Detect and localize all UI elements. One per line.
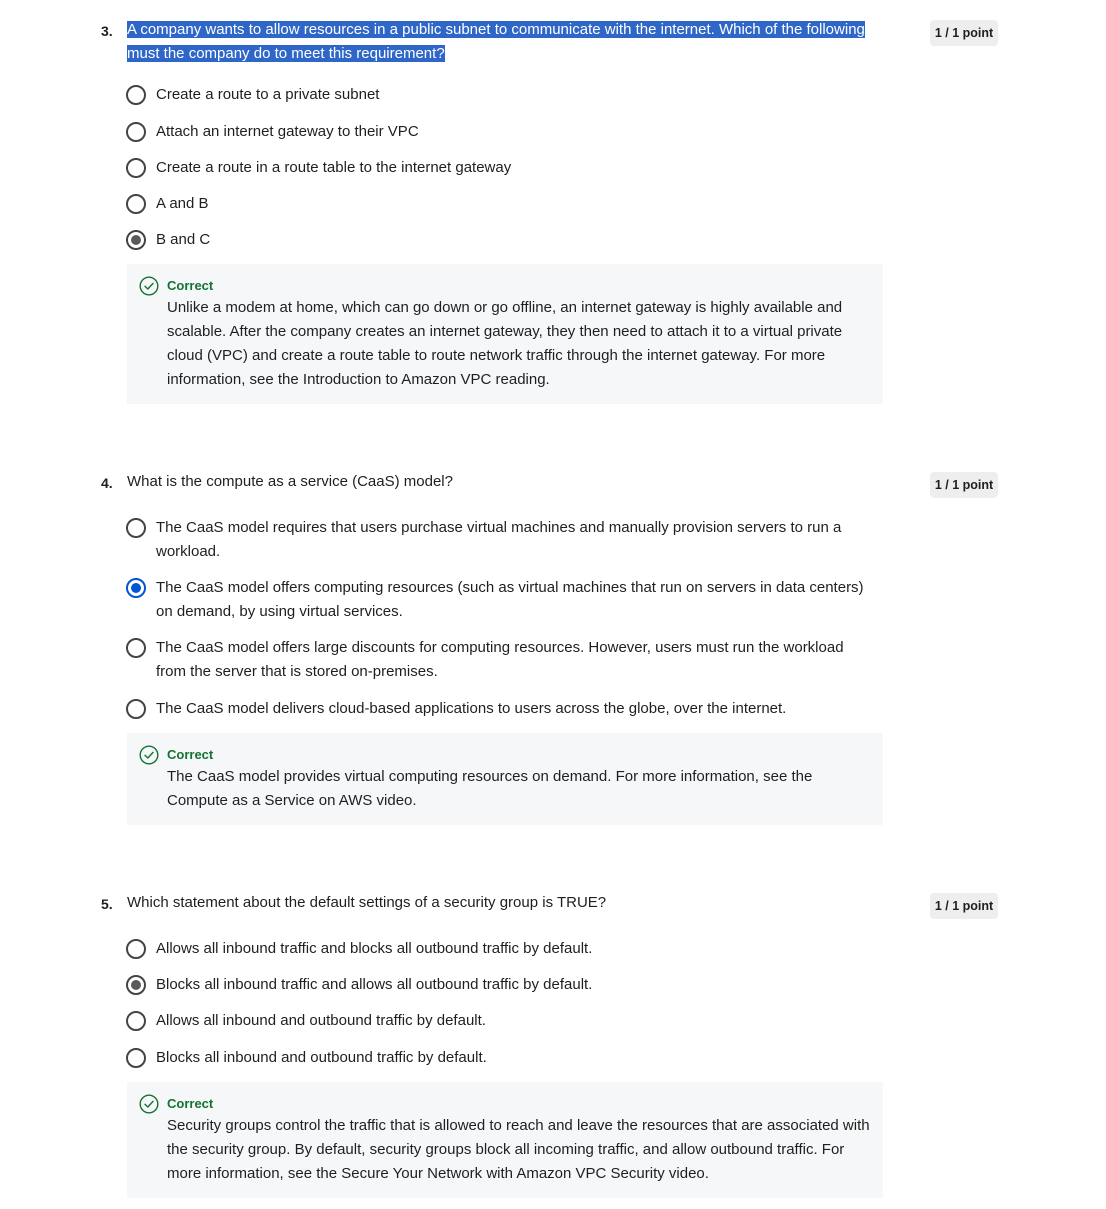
feedback-title: Correct (167, 1096, 214, 1111)
question-prompt: A company wants to allow resources in a … (127, 18, 887, 66)
question-prompt: Which statement about the default settin… (127, 894, 607, 911)
answer-option[interactable]: The CaaS model requires that users purch… (126, 518, 866, 564)
check-circle-icon (139, 745, 159, 765)
answer-option[interactable]: The CaaS model offers large discounts fo… (126, 638, 866, 684)
question-number: 4. (101, 475, 113, 491)
option-label: B and C (156, 231, 211, 248)
answer-option[interactable]: Attach an internet gateway to their VPC (126, 122, 866, 144)
check-circle-icon (139, 276, 159, 296)
radio-button[interactable] (126, 122, 146, 142)
radio-button[interactable] (126, 158, 146, 178)
feedback-text: Security groups control the traffic that… (167, 1117, 870, 1182)
answer-option[interactable]: Create a route to a private subnet (126, 85, 866, 107)
radio-button-checked[interactable] (126, 578, 146, 598)
option-label: Blocks all inbound traffic and allows al… (156, 976, 593, 993)
radio-button-checked[interactable] (126, 230, 146, 250)
answer-option-selected[interactable]: The CaaS model offers computing resource… (126, 578, 866, 624)
option-label: The CaaS model delivers cloud-based appl… (156, 700, 787, 717)
feedback-box: Correct The CaaS model provides virtual … (127, 733, 883, 825)
answer-option[interactable]: Create a route in a route table to the i… (126, 158, 866, 180)
radio-button[interactable] (126, 699, 146, 719)
option-label: Allows all inbound traffic and blocks al… (156, 940, 593, 957)
option-label: The CaaS model offers large discounts fo… (156, 639, 844, 680)
feedback-box: Correct Security groups control the traf… (127, 1082, 883, 1198)
answer-option[interactable]: Allows all inbound and outbound traffic … (126, 1011, 866, 1033)
option-label: The CaaS model offers computing resource… (156, 579, 864, 620)
radio-button[interactable] (126, 85, 146, 105)
points-badge: 1 / 1 point (930, 472, 998, 498)
feedback-title: Correct (167, 278, 214, 293)
check-circle-icon (139, 1094, 159, 1114)
answer-option[interactable]: The CaaS model delivers cloud-based appl… (126, 699, 866, 721)
radio-button[interactable] (126, 194, 146, 214)
option-label: Attach an internet gateway to their VPC (156, 123, 419, 140)
answer-option[interactable]: A and B (126, 194, 866, 216)
feedback-title: Correct (167, 747, 214, 762)
answer-option[interactable]: Blocks all inbound and outbound traffic … (126, 1048, 866, 1070)
option-label: Create a route in a route table to the i… (156, 159, 512, 176)
question-number: 3. (101, 23, 113, 39)
radio-button[interactable] (126, 518, 146, 538)
answer-option-selected[interactable]: B and C (126, 230, 866, 252)
answer-option[interactable]: Allows all inbound traffic and blocks al… (126, 939, 866, 961)
radio-button[interactable] (126, 638, 146, 658)
question-number: 5. (101, 896, 113, 912)
option-label: Allows all inbound and outbound traffic … (156, 1012, 486, 1029)
radio-button-checked[interactable] (126, 975, 146, 995)
option-label: The CaaS model requires that users purch… (156, 519, 842, 560)
feedback-box: Correct Unlike a modem at home, which ca… (127, 264, 883, 404)
radio-button[interactable] (126, 939, 146, 959)
question-prompt: What is the compute as a service (CaaS) … (127, 473, 453, 490)
selected-prompt-text[interactable]: A company wants to allow resources in a … (127, 21, 865, 62)
radio-button[interactable] (126, 1011, 146, 1031)
feedback-text: Unlike a modem at home, which can go dow… (167, 299, 843, 388)
option-label: A and B (156, 195, 209, 212)
option-label: Create a route to a private subnet (156, 86, 380, 103)
feedback-text: The CaaS model provides virtual computin… (167, 768, 813, 809)
points-badge: 1 / 1 point (930, 893, 998, 919)
radio-button[interactable] (126, 1048, 146, 1068)
answer-option-selected[interactable]: Blocks all inbound traffic and allows al… (126, 975, 866, 997)
option-label: Blocks all inbound and outbound traffic … (156, 1049, 487, 1066)
points-badge: 1 / 1 point (930, 20, 998, 46)
